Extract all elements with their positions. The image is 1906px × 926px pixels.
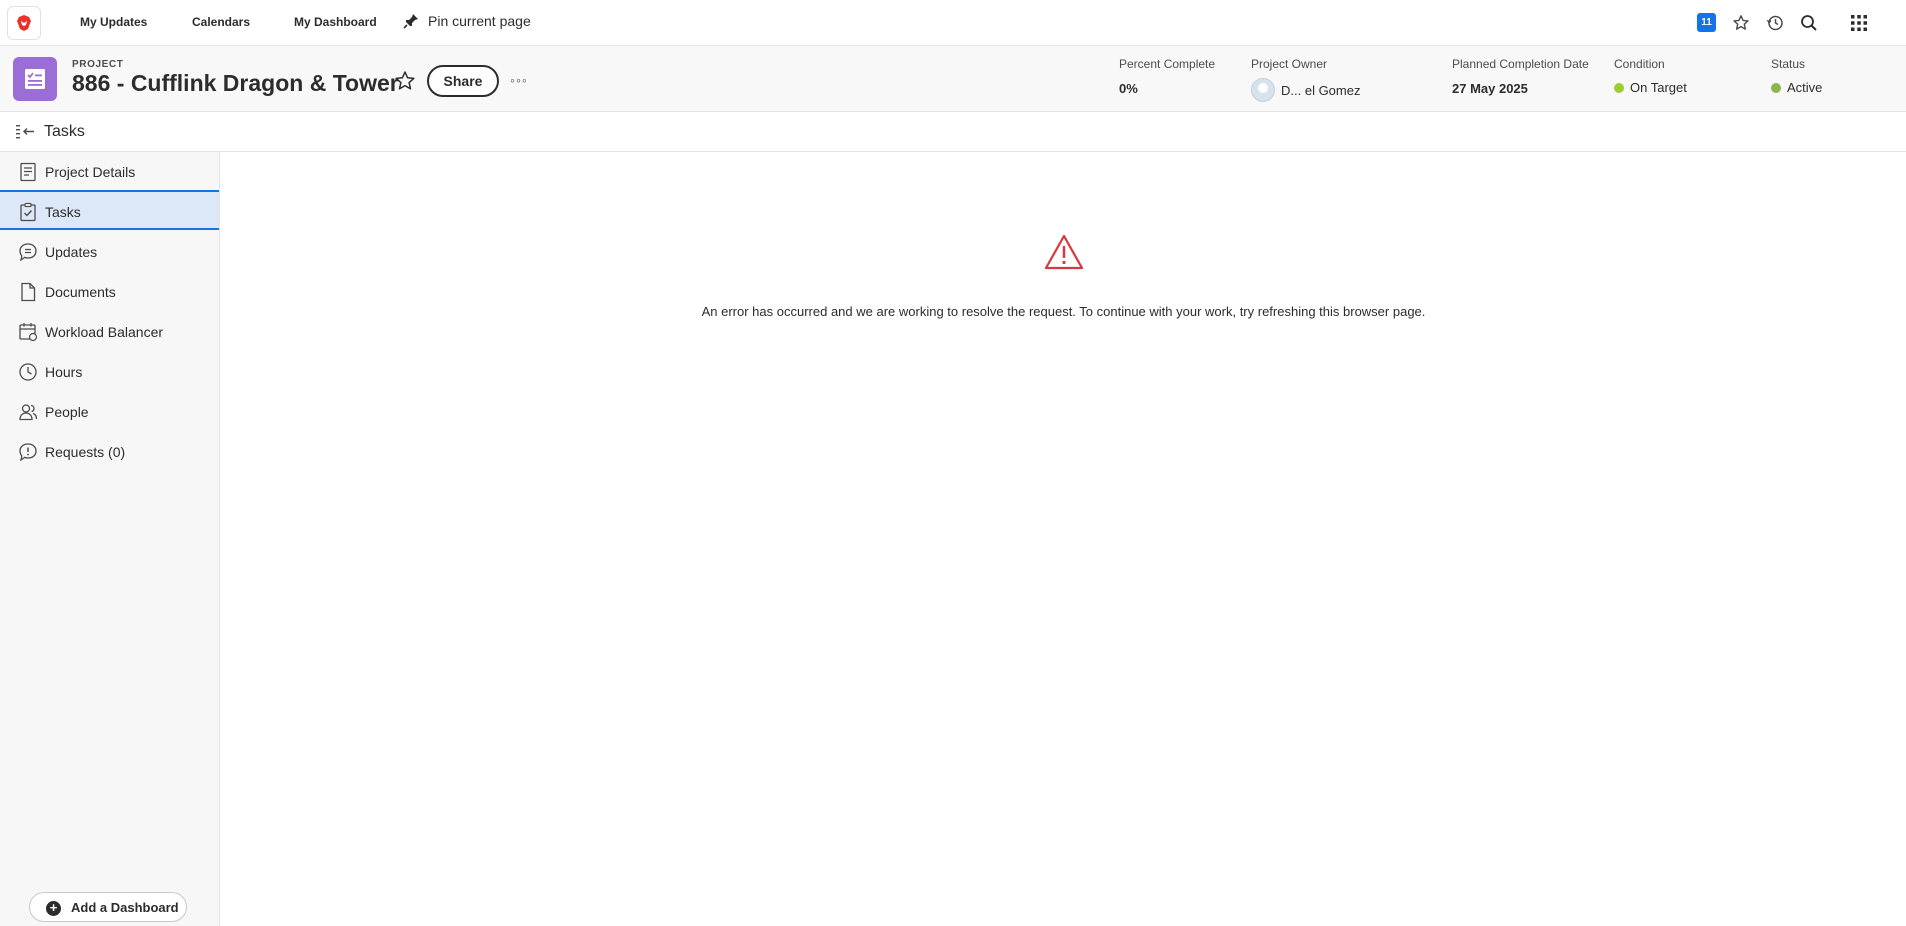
app-logo-button[interactable] [7,6,41,40]
nav-my-dashboard[interactable]: My Dashboard [294,15,377,29]
project-owner-label: Project Owner [1251,57,1328,71]
owner-avatar [1251,78,1275,102]
project-checklist-icon [25,69,45,89]
favorite-project-star-icon[interactable] [394,70,416,97]
sidebar-item-updates[interactable]: Updates [0,232,219,272]
notifications-badge[interactable]: 11 [1697,13,1716,32]
top-navigation: My Updates Calendars My Dashboard Pin cu… [0,0,1906,46]
sidebar: Project Details Tasks Updates Documents … [0,152,220,926]
project-icon [13,57,57,101]
more-options-button[interactable]: ◦◦◦ [510,72,528,88]
add-dashboard-button[interactable]: + Add a Dashboard [29,892,187,922]
app-switcher-grid-icon[interactable] [1847,11,1871,35]
sidebar-item-label: Tasks [45,204,81,220]
percent-complete-label: Percent Complete [1119,57,1216,71]
project-owner-name: D... el Gomez [1281,82,1361,98]
clipboard-check-icon [20,202,36,222]
add-dashboard-label: Add a Dashboard [71,900,179,915]
sidebar-item-label: Requests (0) [45,444,126,460]
pin-current-page-link[interactable]: Pin current page [402,12,531,30]
planned-completion-date: 27 May 2025 [1452,81,1528,96]
condition-label: Condition [1614,57,1665,71]
sidebar-item-documents[interactable]: Documents [0,272,219,312]
nav-calendars[interactable]: Calendars [192,15,250,29]
project-header: PROJECT 886 - Cufflink Dragon & Tower Sh… [0,46,1906,112]
condition-status-dot [1614,82,1624,93]
sidebar-item-people[interactable]: People [0,392,219,432]
pin-current-page-label: Pin current page [428,13,531,29]
document-details-icon [20,162,36,182]
brave-lion-icon [17,15,31,31]
search-icon[interactable] [1797,11,1821,35]
clock-icon [19,363,37,381]
calendar-user-icon [19,323,38,342]
project-owner-value[interactable]: D... el Gomez [1251,78,1360,102]
chat-bubble-icon [19,243,37,262]
sidebar-item-project-details[interactable]: Project Details [0,152,219,192]
plus-circle-icon: + [46,901,61,916]
nav-my-updates[interactable]: My Updates [80,15,147,29]
sidebar-item-label: Documents [45,284,116,300]
project-title: 886 - Cufflink Dragon & Tower [72,70,399,96]
sidebar-item-tasks[interactable]: Tasks [0,190,219,230]
condition-value[interactable]: On Target [1614,80,1687,95]
percent-complete-value[interactable]: 0% [1119,81,1138,96]
status-value[interactable]: Active [1771,80,1822,95]
sidebar-item-hours[interactable]: Hours [0,352,219,392]
request-bubble-icon [19,443,37,462]
sidebar-item-label: Project Details [45,164,136,180]
main-content: An error has occurred and we are working… [221,152,1906,926]
planned-completion-label: Planned Completion Date [1452,57,1589,71]
planned-completion-value[interactable]: 27 May 2025 [1452,81,1528,96]
section-title: Tasks [44,123,85,140]
collapse-sidebar-icon[interactable] [15,124,37,145]
pin-icon [403,14,418,29]
recents-history-icon[interactable] [1763,11,1787,35]
section-header: Tasks [0,113,1906,152]
sidebar-item-label: Hours [45,364,83,380]
project-kind-label: PROJECT [72,59,124,70]
warning-triangle-icon [1044,234,1084,275]
sidebar-item-label: People [45,404,89,420]
error-message: An error has occurred and we are working… [701,304,1426,319]
people-icon [19,404,38,421]
favorites-star-icon[interactable] [1729,11,1753,35]
sidebar-item-requests[interactable]: Requests (0) [0,432,219,472]
share-button[interactable]: Share [427,65,499,97]
status-label: Status [1771,57,1806,71]
sidebar-item-label: Workload Balancer [45,324,164,340]
sidebar-item-label: Updates [45,244,98,260]
status-dot [1771,82,1781,93]
percent-complete-text: 0% [1119,81,1138,96]
condition-text: On Target [1630,80,1687,95]
file-icon [21,282,36,302]
sidebar-item-workload-balancer[interactable]: Workload Balancer [0,312,219,352]
status-text: Active [1787,80,1823,95]
